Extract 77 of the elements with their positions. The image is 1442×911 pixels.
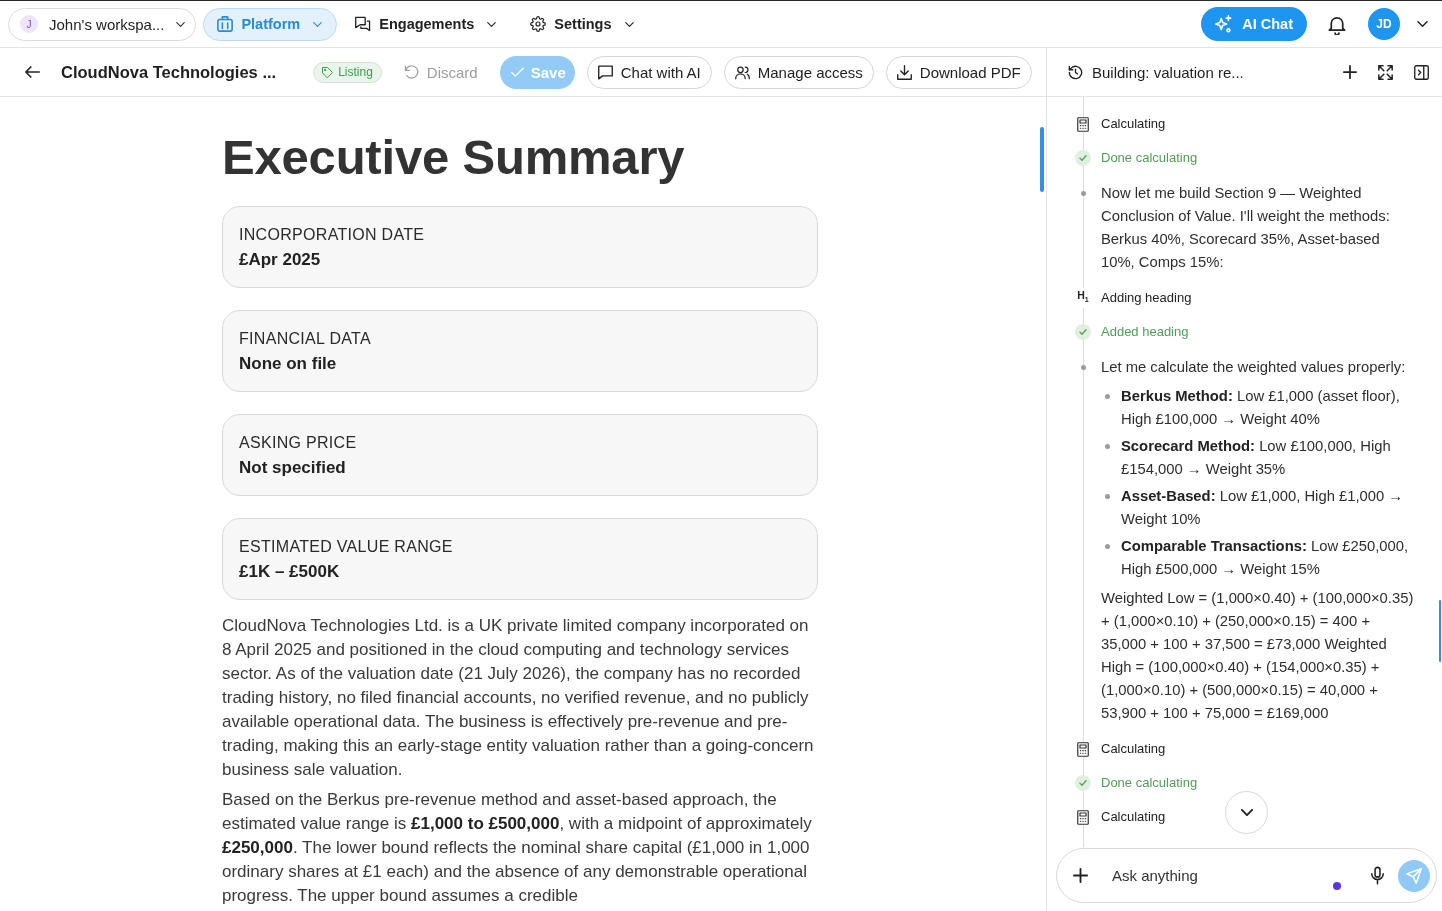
- card-value: £1K – £500K: [239, 561, 341, 583]
- microphone-icon[interactable]: [1371, 866, 1384, 885]
- sidebar-toggle-icon[interactable]: [1414, 64, 1429, 80]
- bullet-icon: [1105, 444, 1110, 449]
- history-icon: [1068, 64, 1083, 80]
- step-label: Calculating: [1101, 741, 1166, 756]
- paragraph: CloudNova Technologies Ltd. is a UK private limited company incorporated on 8 April 2025 and positioned in the cloud computing and technology services sector. As of the valuation date (21 July 2026), the company has no recorded trading history, no filed financial accounts, no verified revenue, and no publicly available operational data. The business is effectively pre-revenue and pre-trading, making this an early-stage entity valuation rather than a going-concern business sale valuation.: [222, 615, 815, 781]
- undo-icon: [403, 64, 419, 80]
- message-input[interactable]: Ask anything: [1112, 863, 1333, 888]
- dot-icon: [1333, 881, 1341, 890]
- calculator-icon: [1077, 116, 1089, 132]
- check-icon: [510, 65, 524, 79]
- chat-input-box[interactable]: Ask anything: [1056, 848, 1437, 903]
- list-item: Berkus Method: Low £1,000 (asset floor), High £100,000 → Weight 40%: [1121, 387, 1401, 429]
- card-label: FINANCIAL DATA: [239, 329, 372, 349]
- bullet-icon: [1105, 494, 1110, 499]
- people-icon: [734, 64, 750, 80]
- plus-icon[interactable]: [1073, 868, 1088, 883]
- workspace-switcher[interactable]: J John's workspa...: [8, 7, 197, 41]
- step-status: Done calculating: [1101, 775, 1198, 790]
- check-circle-icon: [1075, 775, 1091, 791]
- chat-with-ai-button[interactable]: Chat with AI: [586, 55, 712, 89]
- listing-tag: Listing: [313, 61, 382, 83]
- card-label: ESTIMATED VALUE RANGE: [239, 537, 454, 557]
- step-label: Calculating: [1101, 116, 1166, 131]
- list-item: Scorecard Method: Low £100,000, High £154,000 → Weight 35%: [1121, 437, 1392, 479]
- download-icon: [896, 64, 912, 80]
- sparkle-icon: [1214, 15, 1233, 33]
- panel-title: Building: valuation re...: [1092, 63, 1244, 81]
- card-label: ASKING PRICE: [239, 433, 358, 453]
- bullet-icon: [1080, 365, 1086, 370]
- step-label: Calculating: [1101, 809, 1166, 824]
- document-title: CloudNova Technologies ...: [61, 62, 277, 82]
- tag-icon: [322, 66, 334, 78]
- scrollbar-thumb[interactable]: [1439, 600, 1441, 662]
- nav-tab[interactable]: Settings: [514, 7, 650, 41]
- scrollbar-thumb[interactable]: [1040, 127, 1044, 192]
- card-value: £Apr 2025: [239, 249, 322, 271]
- workspace-avatar: J: [20, 15, 38, 33]
- step-status: Done calculating: [1101, 150, 1198, 165]
- heading-icon: H$_{1}$: [1077, 288, 1089, 308]
- list-item: Asset-Based: Low £1,000, High £1,000 → Weight 10%: [1121, 487, 1405, 529]
- chat-message: Weighted Low = (1,000×0.40) + (100,000×0.35) + (1,000×0.10) + (250,000×0.15) = 400 + 35,000 + 100 + 37,500 = £73,000 Weighted High = (100,000×0.40) + (154,000×0.35) + (1,000×0.10) + (500,000×0.15) = 40,000 + 53,900 + 100 + 75,000 = £169,000: [1101, 589, 1415, 723]
- calculator-icon: [1077, 741, 1089, 757]
- list-item: Comparable Transactions: Low £250,000, High £500,000 → Weight 15%: [1121, 537, 1410, 579]
- chat-message: Let me calculate the weighted values properly:: [1101, 358, 1407, 377]
- settings-icon: [530, 16, 547, 32]
- chat-bubbles-icon: [355, 16, 372, 32]
- bullet-icon: [1105, 544, 1110, 549]
- chevron-down-icon: [176, 21, 186, 27]
- nav-tab[interactable]: Engagements: [339, 7, 513, 41]
- check-circle-icon: [1075, 324, 1091, 340]
- card-label: INCORPORATION DATE: [239, 225, 426, 245]
- expand-icon[interactable]: [1378, 64, 1393, 80]
- chevron-down-icon: [487, 21, 497, 27]
- bullet-icon: [1105, 394, 1110, 399]
- chevron-down-icon[interactable]: [1417, 21, 1428, 27]
- manage-access-button[interactable]: Manage access: [723, 55, 874, 89]
- card-value: None on file: [239, 353, 338, 375]
- back-arrow-icon[interactable]: [25, 66, 40, 78]
- chat-icon: [597, 64, 613, 80]
- download-pdf-button[interactable]: Download PDF: [885, 55, 1032, 89]
- briefcase-icon: [217, 16, 234, 32]
- check-circle-icon: [1075, 150, 1091, 166]
- step-label: Adding heading: [1101, 290, 1192, 305]
- paper-plane-icon: [1406, 867, 1422, 884]
- page-heading: Executive Summary: [222, 129, 686, 186]
- chevron-down-icon: [1240, 809, 1253, 816]
- calculator-icon: [1077, 809, 1089, 825]
- chevron-down-icon: [313, 21, 323, 27]
- card-value: Not specified: [239, 457, 347, 479]
- chevron-down-icon: [624, 21, 634, 27]
- step-status: Added heading: [1101, 324, 1189, 339]
- plus-icon[interactable]: [1343, 65, 1357, 79]
- chat-message: Now let me build Section 9 — Weighted Conclusion of Value. I'll weight the methods: Berkus 40%, Scorecard 35%, Asset-based 10%, Comps 15%:: [1101, 184, 1391, 272]
- bullet-icon: [1080, 191, 1086, 196]
- paragraph: Based on the Berkus pre-revenue method and asset-based approach, the estimated value range is £1,000 to £500,000, with a midpoint of approximately £250,000. The lower bound reflects the nominal share capital (£1,000 in 1,000 ordinary shares at £1 each) and the absence of any demonstrable operational progress. The upper bound assumes a credible: [222, 789, 813, 907]
